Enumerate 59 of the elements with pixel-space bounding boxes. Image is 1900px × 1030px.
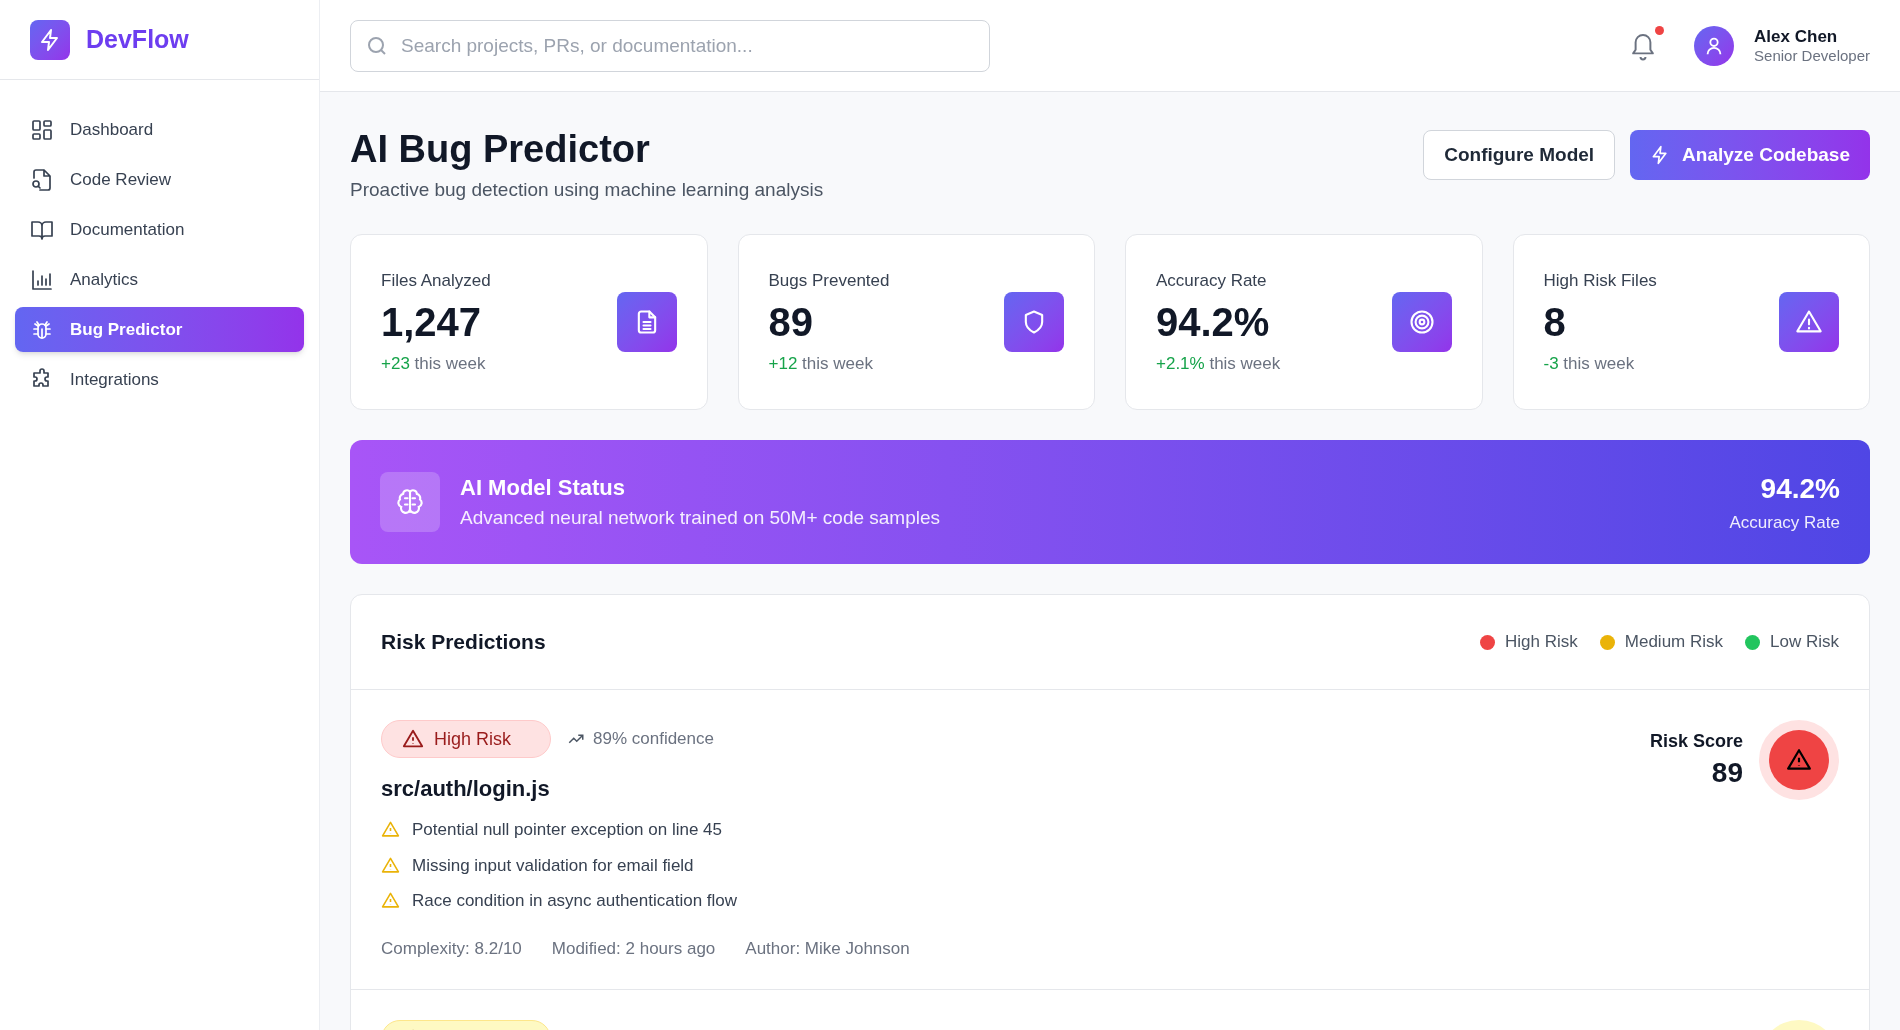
file-search-icon [30,167,54,192]
stat-change: +23 this week [381,353,487,375]
meta-text: Modified: 2 hours ago [551,937,716,960]
nav-item[interactable]: Bug Predictor [15,307,304,352]
analyze-button[interactable]: Analyze Codebase [1630,130,1870,180]
issue-text: Missing input validation for email field [412,854,694,877]
issue-text: Potential null pointer exception on line 45 [412,819,722,841]
brand-name: DevFlow [86,23,189,55]
stat-value: 94.2% [1156,299,1271,346]
stat-change: +2.1% this week [1156,353,1281,375]
search-field[interactable]: Search projects, PRs, or documentation... [350,19,990,72]
page-subtitle: Proactive bug detection using machine learning analysis [350,177,824,202]
logo-icon [30,19,70,60]
legend-label: Medium Risk [1624,631,1724,654]
stat-value: 89 [768,299,814,346]
confidence-text: 89% confidence [593,728,714,751]
warning-icon [1779,292,1839,352]
meta-text: Complexity: 8.2/10 [381,937,522,960]
document-icon [616,292,677,352]
stat-label: Files Analyzed [381,269,491,292]
meta-text: Author: Mike Johnson [745,937,910,960]
nav-item[interactable]: Integrations [15,357,304,402]
stat-label: Bugs Prevented [768,269,890,292]
target-icon [1391,292,1452,352]
nav-item[interactable]: Documentation [15,207,304,252]
avatar-icon[interactable] [1694,25,1735,66]
user-name: Alex Chen [1754,25,1839,47]
shield-icon [1004,292,1064,352]
stat-change: +12 this week [768,353,874,375]
issue-text: Race condition in async authentication flow [412,890,738,912]
nav-item[interactable]: Analytics [15,257,304,302]
stat-value: 1,247 [381,299,483,346]
panel-title: Risk Predictions [381,629,546,656]
file-path: src/auth/login.js [381,775,551,803]
legend-label: Low Risk [1770,631,1839,654]
model-status-title: AI Model Status [460,474,626,503]
user-role: Senior Developer [1754,46,1870,66]
warning-icon [381,820,400,840]
warning-icon [381,891,400,911]
stat-value: 8 [1543,299,1567,346]
accuracy-label: Accuracy Rate [1729,512,1840,535]
stat-label: Accuracy Rate [1156,269,1268,292]
grid-icon [30,117,54,142]
legend-label: High Risk [1505,631,1578,654]
nav-item[interactable]: Dashboard [15,107,304,152]
accuracy-value: 94.2% [1760,472,1840,507]
model-status-description: Advanced neural network trained on 50M+ code samples [460,506,941,531]
chart-icon [30,267,54,292]
risk-score-label: Risk Score [1649,730,1743,753]
warning-icon [381,855,400,875]
nav-item[interactable]: Code Review [15,157,304,202]
stat-change: -3 this week [1543,353,1636,375]
risk-badge: High Risk [381,720,551,758]
configure-button[interactable]: Configure Model [1423,130,1616,180]
stat-label: High Risk Files [1543,269,1657,292]
page-title: AI Bug Predictor [350,127,651,172]
brain-icon [380,472,440,532]
risk-score-value: 89 [1711,756,1743,790]
warning-icon [402,728,424,750]
